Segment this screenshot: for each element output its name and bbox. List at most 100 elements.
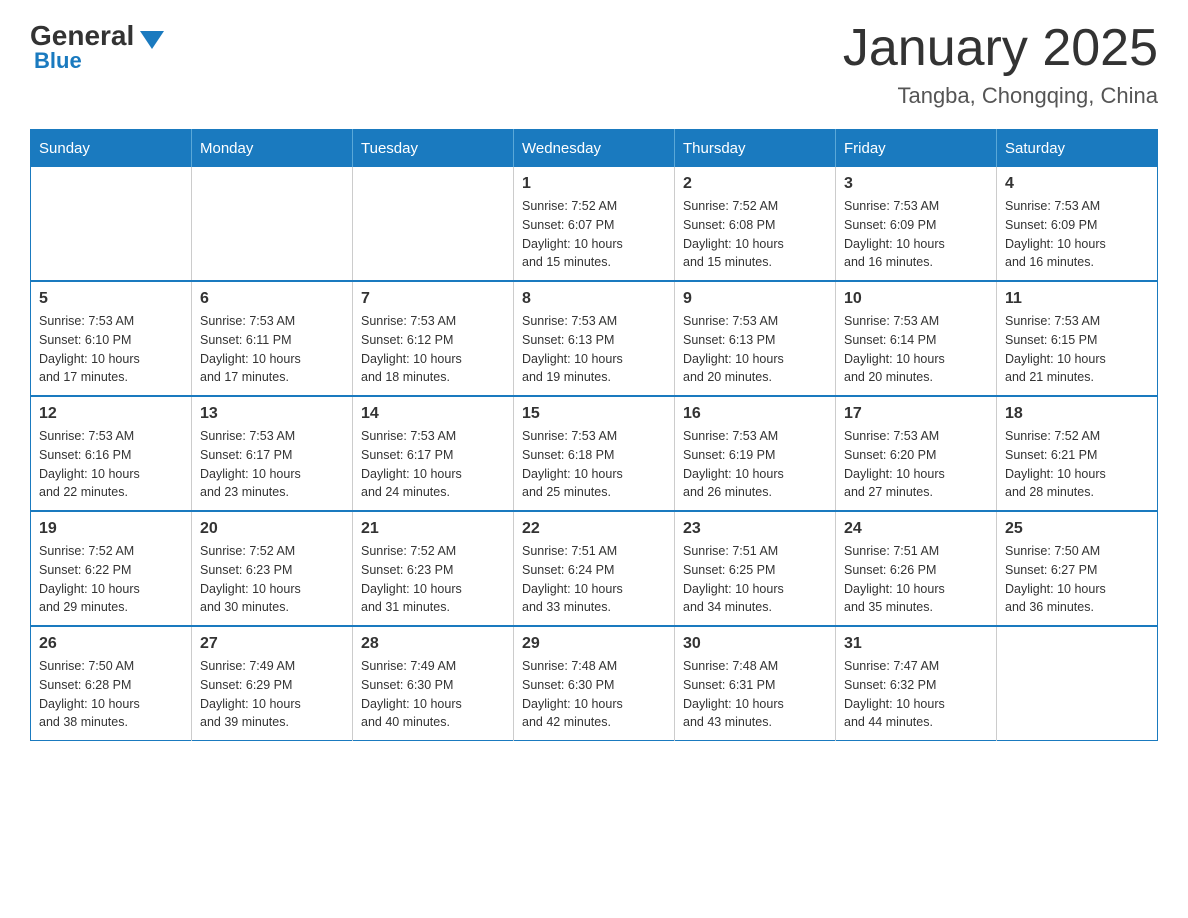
day-info: Sunrise: 7:53 AMSunset: 6:13 PMDaylight:… [522, 312, 666, 387]
calendar-day-cell: 20 Sunrise: 7:52 AMSunset: 6:23 PMDayligh… [192, 511, 353, 626]
day-info: Sunrise: 7:53 AMSunset: 6:10 PMDaylight:… [39, 312, 183, 387]
day-number: 6 [200, 290, 344, 308]
day-number: 9 [683, 290, 827, 308]
day-number: 12 [39, 405, 183, 423]
day-number: 5 [39, 290, 183, 308]
logo-arrow-icon [140, 31, 164, 49]
calendar-day-cell: 18 Sunrise: 7:52 AMSunset: 6:21 PMDayligh… [997, 396, 1158, 511]
day-info: Sunrise: 7:51 AMSunset: 6:26 PMDaylight:… [844, 542, 988, 617]
calendar-day-cell [192, 167, 353, 281]
day-of-week-header: Friday [836, 130, 997, 168]
day-info: Sunrise: 7:51 AMSunset: 6:25 PMDaylight:… [683, 542, 827, 617]
logo: General Blue [30, 20, 164, 74]
day-info: Sunrise: 7:53 AMSunset: 6:18 PMDaylight:… [522, 427, 666, 502]
day-info: Sunrise: 7:53 AMSunset: 6:15 PMDaylight:… [1005, 312, 1149, 387]
day-number: 18 [1005, 405, 1149, 423]
calendar-day-cell: 12Sunrise: 7:53 AMSunset: 6:16 PMDayligh… [31, 396, 192, 511]
day-number: 23 [683, 520, 827, 538]
calendar-day-cell: 3Sunrise: 7:53 AMSunset: 6:09 PMDaylight… [836, 167, 997, 281]
day-info: Sunrise: 7:52 AMSunset: 6:23 PMDaylight:… [200, 542, 344, 617]
calendar-day-cell: 31 Sunrise: 7:47 AMSunset: 6:32 PMDayligh… [836, 626, 997, 741]
day-info: Sunrise: 7:53 AMSunset: 6:14 PMDaylight:… [844, 312, 988, 387]
calendar-week-row: 5 Sunrise: 7:53 AMSunset: 6:10 PMDaylight… [31, 281, 1158, 396]
day-info: Sunrise: 7:53 AMSunset: 6:09 PMDaylight:… [1005, 197, 1149, 272]
calendar-day-cell: 16 Sunrise: 7:53 AMSunset: 6:19 PMDayligh… [675, 396, 836, 511]
day-number: 24 [844, 520, 988, 538]
day-number: 15 [522, 405, 666, 423]
calendar-day-cell: 4Sunrise: 7:53 AMSunset: 6:09 PMDaylight… [997, 167, 1158, 281]
calendar-table: SundayMondayTuesdayWednesdayThursdayFrid… [30, 129, 1158, 741]
calendar-day-cell: 21Sunrise: 7:52 AMSunset: 6:23 PMDayligh… [353, 511, 514, 626]
day-info: Sunrise: 7:53 AMSunset: 6:19 PMDaylight:… [683, 427, 827, 502]
day-info: Sunrise: 7:52 AMSunset: 6:22 PMDaylight:… [39, 542, 183, 617]
day-number: 26 [39, 635, 183, 653]
day-number: 31 [844, 635, 988, 653]
calendar-day-cell: 10 Sunrise: 7:53 AMSunset: 6:14 PMDayligh… [836, 281, 997, 396]
calendar-day-cell: 5 Sunrise: 7:53 AMSunset: 6:10 PMDaylight… [31, 281, 192, 396]
day-info: Sunrise: 7:50 AMSunset: 6:28 PMDaylight:… [39, 657, 183, 732]
calendar-day-cell: 28 Sunrise: 7:49 AMSunset: 6:30 PMDayligh… [353, 626, 514, 741]
calendar-day-cell [997, 626, 1158, 741]
day-number: 11 [1005, 290, 1149, 308]
day-info: Sunrise: 7:53 AMSunset: 6:17 PMDaylight:… [361, 427, 505, 502]
day-of-week-header: Monday [192, 130, 353, 168]
calendar-day-cell: 13Sunrise: 7:53 AMSunset: 6:17 PMDayligh… [192, 396, 353, 511]
days-of-week-row: SundayMondayTuesdayWednesdayThursdayFrid… [31, 130, 1158, 168]
calendar-day-cell: 24 Sunrise: 7:51 AMSunset: 6:26 PMDayligh… [836, 511, 997, 626]
day-number: 10 [844, 290, 988, 308]
calendar-week-row: 26 Sunrise: 7:50 AMSunset: 6:28 PMDayligh… [31, 626, 1158, 741]
calendar-week-row: 19 Sunrise: 7:52 AMSunset: 6:22 PMDayligh… [31, 511, 1158, 626]
calendar-day-cell: 17 Sunrise: 7:53 AMSunset: 6:20 PMDayligh… [836, 396, 997, 511]
day-number: 14 [361, 405, 505, 423]
day-info: Sunrise: 7:53 AMSunset: 6:13 PMDaylight:… [683, 312, 827, 387]
day-number: 28 [361, 635, 505, 653]
calendar-day-cell: 25 Sunrise: 7:50 AMSunset: 6:27 PMDayligh… [997, 511, 1158, 626]
day-number: 3 [844, 175, 988, 193]
day-info: Sunrise: 7:52 AMSunset: 6:08 PMDaylight:… [683, 197, 827, 272]
day-number: 25 [1005, 520, 1149, 538]
calendar-day-cell: 15 Sunrise: 7:53 AMSunset: 6:18 PMDayligh… [514, 396, 675, 511]
page-subtitle: Tangba, Chongqing, China [843, 83, 1158, 109]
calendar-day-cell: 9 Sunrise: 7:53 AMSunset: 6:13 PMDaylight… [675, 281, 836, 396]
day-number: 8 [522, 290, 666, 308]
calendar-day-cell [353, 167, 514, 281]
day-number: 2 [683, 175, 827, 193]
day-number: 16 [683, 405, 827, 423]
calendar-day-cell [31, 167, 192, 281]
day-info: Sunrise: 7:48 AMSunset: 6:30 PMDaylight:… [522, 657, 666, 732]
day-number: 13 [200, 405, 344, 423]
day-of-week-header: Tuesday [353, 130, 514, 168]
day-info: Sunrise: 7:47 AMSunset: 6:32 PMDaylight:… [844, 657, 988, 732]
calendar-day-cell: 2 Sunrise: 7:52 AMSunset: 6:08 PMDaylight… [675, 167, 836, 281]
day-number: 1 [522, 175, 666, 193]
day-info: Sunrise: 7:48 AMSunset: 6:31 PMDaylight:… [683, 657, 827, 732]
page-header: General Blue January 2025 Tangba, Chongq… [30, 20, 1158, 109]
page-title: January 2025 [843, 20, 1158, 77]
day-info: Sunrise: 7:50 AMSunset: 6:27 PMDaylight:… [1005, 542, 1149, 617]
calendar-week-row: 1 Sunrise: 7:52 AMSunset: 6:07 PMDaylight… [31, 167, 1158, 281]
day-info: Sunrise: 7:49 AMSunset: 6:30 PMDaylight:… [361, 657, 505, 732]
calendar-day-cell: 22Sunrise: 7:51 AMSunset: 6:24 PMDayligh… [514, 511, 675, 626]
calendar-day-cell: 7Sunrise: 7:53 AMSunset: 6:12 PMDaylight… [353, 281, 514, 396]
calendar-day-cell: 27 Sunrise: 7:49 AMSunset: 6:29 PMDayligh… [192, 626, 353, 741]
day-number: 20 [200, 520, 344, 538]
calendar-day-cell: 29Sunrise: 7:48 AMSunset: 6:30 PMDayligh… [514, 626, 675, 741]
day-number: 19 [39, 520, 183, 538]
day-of-week-header: Wednesday [514, 130, 675, 168]
day-number: 17 [844, 405, 988, 423]
logo-blue-text: Blue [34, 48, 82, 74]
calendar-week-row: 12Sunrise: 7:53 AMSunset: 6:16 PMDayligh… [31, 396, 1158, 511]
day-info: Sunrise: 7:52 AMSunset: 6:07 PMDaylight:… [522, 197, 666, 272]
day-info: Sunrise: 7:49 AMSunset: 6:29 PMDaylight:… [200, 657, 344, 732]
day-info: Sunrise: 7:52 AMSunset: 6:21 PMDaylight:… [1005, 427, 1149, 502]
day-info: Sunrise: 7:53 AMSunset: 6:20 PMDaylight:… [844, 427, 988, 502]
calendar-day-cell: 8 Sunrise: 7:53 AMSunset: 6:13 PMDaylight… [514, 281, 675, 396]
day-number: 7 [361, 290, 505, 308]
day-of-week-header: Thursday [675, 130, 836, 168]
calendar-day-cell: 23 Sunrise: 7:51 AMSunset: 6:25 PMDayligh… [675, 511, 836, 626]
day-of-week-header: Saturday [997, 130, 1158, 168]
calendar-day-cell: 6Sunrise: 7:53 AMSunset: 6:11 PMDaylight… [192, 281, 353, 396]
day-number: 27 [200, 635, 344, 653]
day-number: 22 [522, 520, 666, 538]
calendar-day-cell: 26 Sunrise: 7:50 AMSunset: 6:28 PMDayligh… [31, 626, 192, 741]
